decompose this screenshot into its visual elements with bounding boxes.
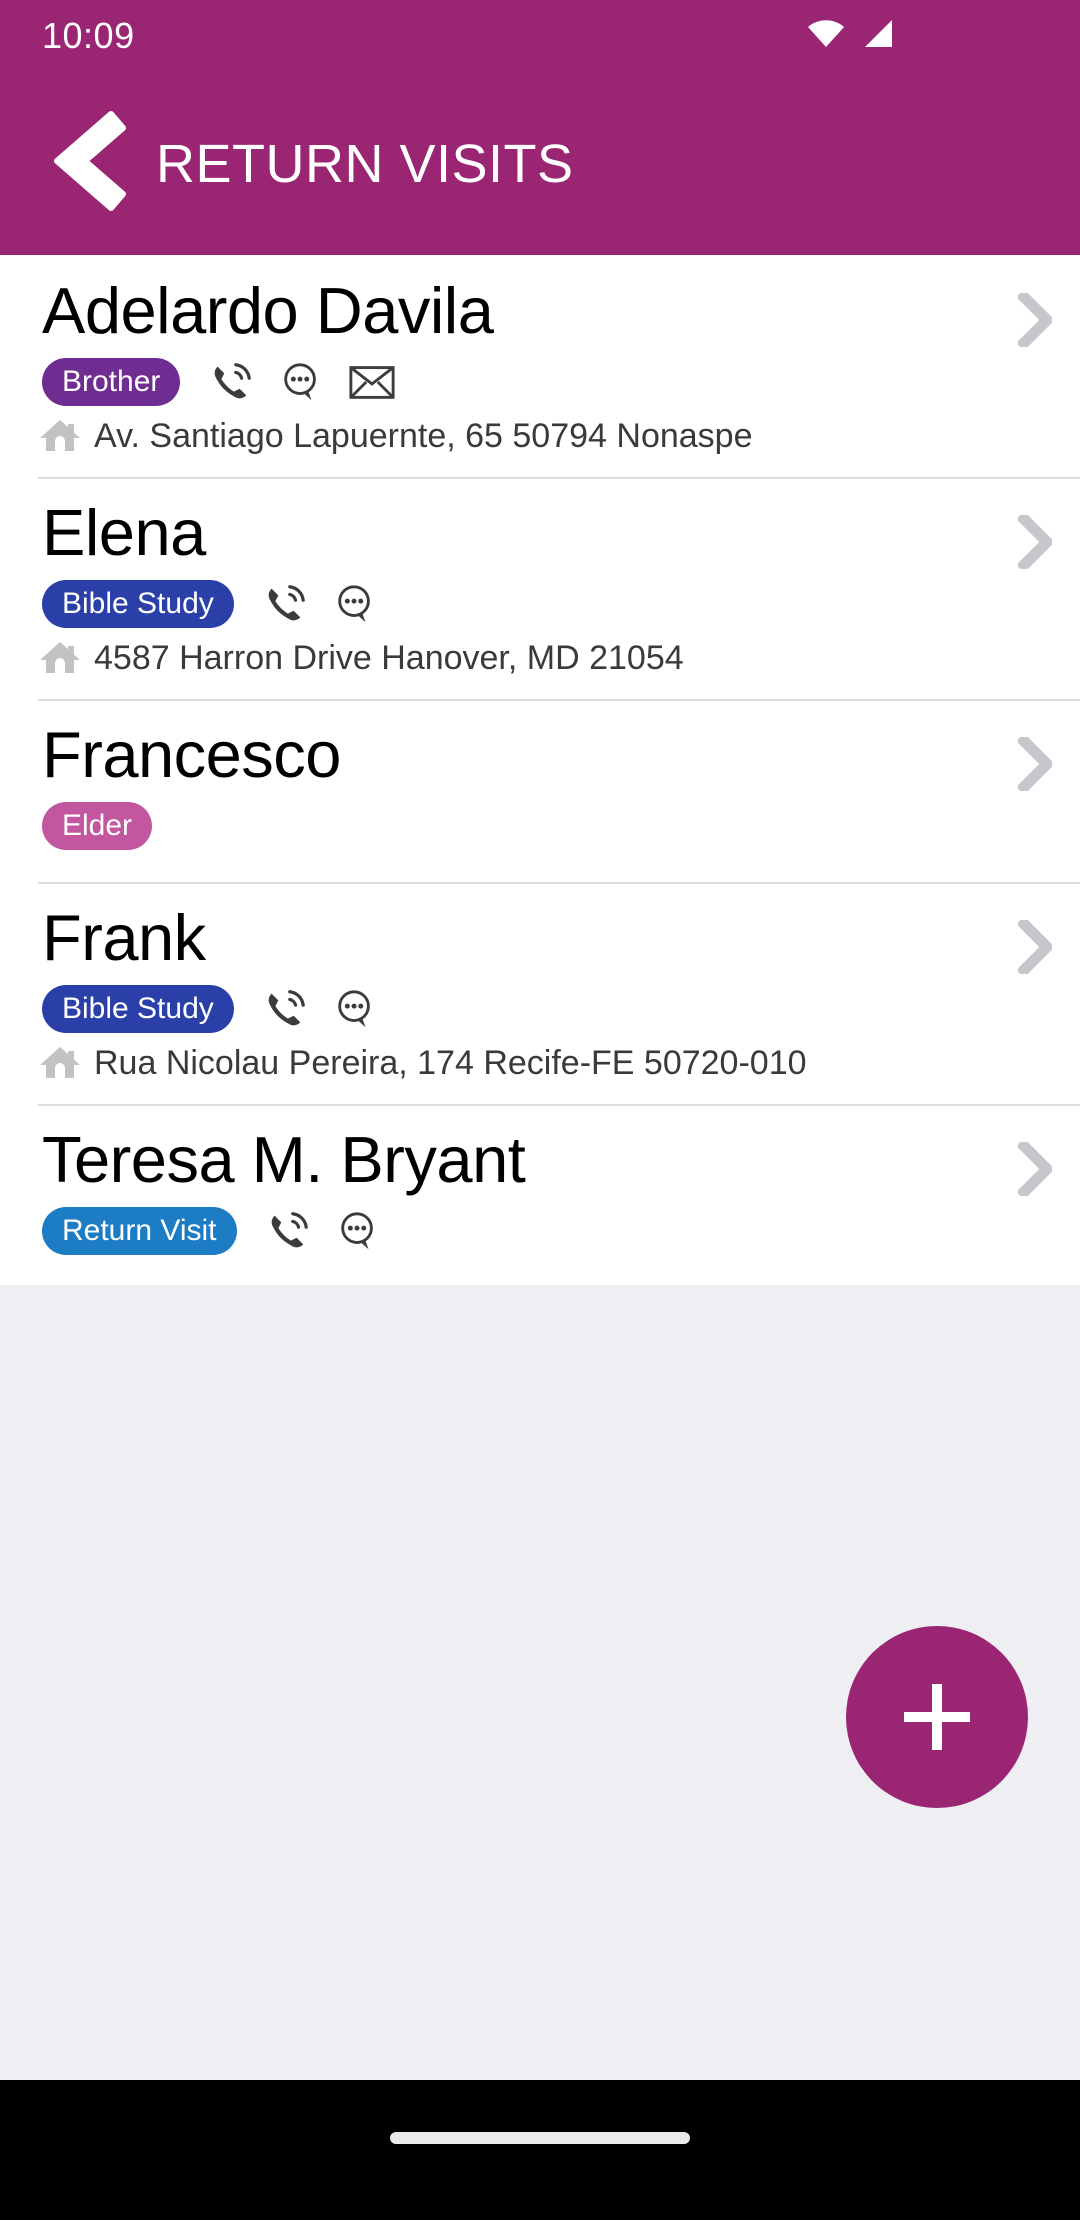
page-title: RETURN VISITS [156,133,574,195]
phone-icon[interactable] [262,986,308,1032]
contact-name: Francesco [42,721,341,789]
home-icon [38,1041,82,1086]
list-item-header: Francesco [0,721,1080,796]
status-bar-time: 10:09 [42,18,135,54]
list-item-address-row: Av. Santiago Lapuernte, 65 50794 Nonaspe [0,406,1080,459]
status-badge: Bible Study [42,580,234,628]
chevron-right-icon[interactable] [1018,515,1052,574]
home-icon [38,414,82,459]
chevron-right-icon[interactable] [1018,1142,1052,1201]
status-bar-icons [806,19,1044,54]
list-item-address-row: 4587 Harron Drive Hanover, MD 21054 [0,628,1080,681]
list-item-meta: Bible Study [0,574,1080,628]
list-item-meta: Elder [0,796,1080,864]
return-visits-list: Adelardo Davila Brother [0,255,1080,1285]
status-badge: Brother [42,358,180,406]
list-item[interactable]: Frank Bible Study [0,882,1080,1104]
status-badge: Elder [42,802,152,850]
app-bar: RETURN VISITS [0,72,1080,255]
system-navigation-bar [0,2080,1080,2220]
list-item-header: Frank [0,904,1080,979]
list-item[interactable]: Teresa M. Bryant Return Visit [0,1104,1080,1285]
contact-name: Frank [42,904,206,972]
list-item-header: Adelardo Davila [0,277,1080,352]
message-icon[interactable] [332,986,378,1032]
chevron-right-icon[interactable] [1018,737,1052,796]
list-item-address-row: Rua Nicolau Pereira, 174 Recife-FE 50720… [0,1033,1080,1086]
contact-name: Teresa M. Bryant [42,1126,525,1194]
list-item-header: Teresa M. Bryant [0,1126,1080,1201]
chevron-left-icon [45,108,131,219]
home-icon [38,636,82,681]
phone-icon[interactable] [208,359,254,405]
message-icon[interactable] [335,1208,381,1254]
phone-icon[interactable] [265,1208,311,1254]
status-bar: 10:09 [0,0,1080,72]
list-item[interactable]: Elena Bible Study [0,477,1080,699]
contact-name: Elena [42,499,206,567]
status-badge: Bible Study [42,985,234,1033]
contact-address: Rua Nicolau Pereira, 174 Recife-FE 50720… [94,1045,807,1082]
back-button[interactable] [28,104,148,224]
wifi-icon [806,19,846,54]
gesture-pill-handle[interactable] [390,2132,690,2144]
email-icon[interactable] [348,362,396,402]
contact-actions [262,581,378,627]
contact-actions [262,986,378,1032]
message-icon[interactable] [332,581,378,627]
plus-icon [904,1684,970,1750]
list-item-header: Elena [0,499,1080,574]
chevron-right-icon[interactable] [1018,920,1052,979]
contact-address: Av. Santiago Lapuernte, 65 50794 Nonaspe [94,418,752,455]
contact-address: 4587 Harron Drive Hanover, MD 21054 [94,640,684,677]
contact-name: Adelardo Davila [42,277,493,345]
phone-screen: 10:09 RETURN VISITS [0,0,1080,2220]
list-item[interactable]: Adelardo Davila Brother [0,255,1080,477]
contact-actions [208,359,396,405]
list-item-meta: Brother [0,352,1080,406]
status-badge: Return Visit [42,1207,237,1255]
message-icon[interactable] [278,359,324,405]
cellular-signal-icon [860,19,894,54]
add-button[interactable] [846,1626,1028,1808]
list-item-meta: Bible Study [0,979,1080,1033]
list-item-meta: Return Visit [0,1201,1080,1255]
contact-actions [265,1208,381,1254]
list-item[interactable]: Francesco Elder [0,699,1080,882]
phone-icon[interactable] [262,581,308,627]
chevron-right-icon[interactable] [1018,293,1052,352]
